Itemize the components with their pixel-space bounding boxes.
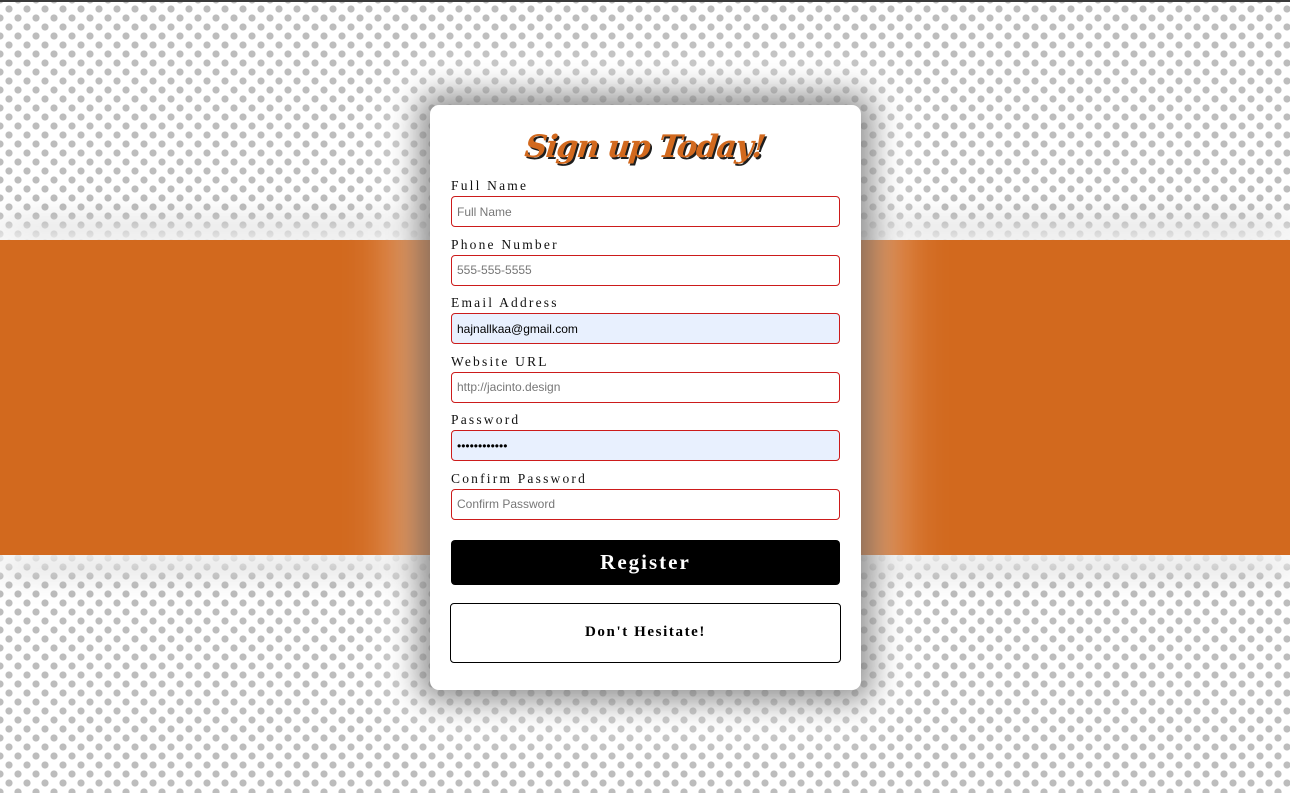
password-group: Password [451,409,840,468]
signup-card: Sign up Today! Full Name Phone Number Em… [430,105,861,690]
website-url-label: Website URL [451,353,549,369]
confirm-password-group: Confirm Password [451,468,840,527]
phone-number-input[interactable] [451,254,840,286]
password-label: Password [451,412,521,428]
full-name-input[interactable] [451,196,840,227]
phone-number-group: Phone Number [451,234,840,293]
top-border [0,0,1290,2]
dont-hesitate-button[interactable]: Don't Hesitate! [450,602,841,663]
full-name-group: Full Name [451,175,840,234]
confirm-password-input[interactable] [451,488,840,520]
register-button[interactable]: Register [451,539,840,585]
email-address-input[interactable] [451,313,840,345]
phone-number-label: Phone Number [451,236,559,252]
password-input[interactable] [451,430,840,462]
website-url-input[interactable] [451,371,840,403]
full-name-label: Full Name [451,178,529,193]
confirm-password-label: Confirm Password [451,470,588,486]
form-title: Sign up Today! [523,129,767,165]
email-address-label: Email Address [451,295,559,311]
website-url-group: Website URL [451,351,840,410]
email-address-group: Email Address [451,292,840,351]
